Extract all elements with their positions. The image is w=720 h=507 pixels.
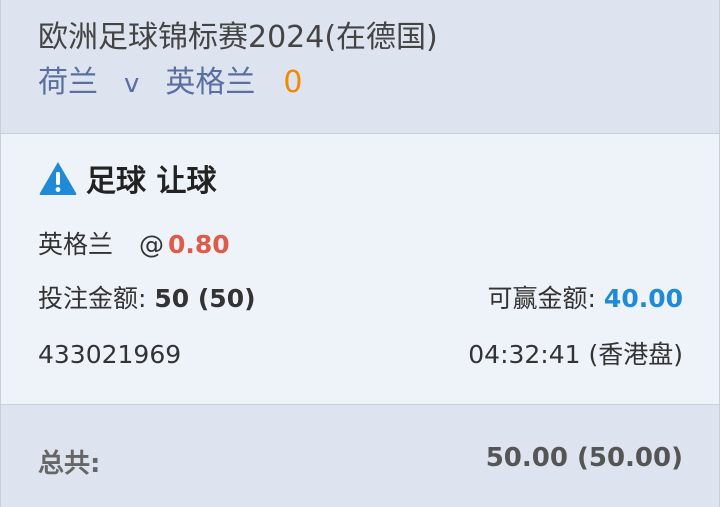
home-team: 荷兰: [38, 65, 98, 100]
bet-type: 足球 让球: [86, 164, 217, 199]
away-team: 英格兰: [165, 65, 256, 100]
amount-row: 投注金额: 50 (50) 可赢金额: 40.00: [38, 282, 683, 316]
event-title: 欧洲足球锦标赛2024(在德国): [38, 20, 438, 55]
ticket-id: 433021969: [38, 340, 182, 369]
total-bar: 总共: 50.00 (50.00): [1, 405, 719, 507]
total-label: 总共:: [38, 449, 101, 479]
bet-card[interactable]: 足球 让球 英格兰 @0.80 投注金额: 50 (50) 可赢金额: 40.00…: [1, 133, 719, 405]
stake-label: 投注金额:: [38, 284, 147, 313]
score: 0: [283, 65, 303, 100]
stake: 投注金额: 50 (50): [38, 282, 256, 316]
match-row: 荷兰 v 英格兰 0: [38, 62, 719, 105]
odds-value: 0.80: [168, 230, 230, 259]
win-label: 可赢金额:: [487, 284, 596, 313]
selection-row: 英格兰 @0.80: [38, 228, 683, 262]
bet-slip: 欧洲足球锦标赛2024(在德国) 荷兰 v 英格兰 0 足球 让球 英格兰 @0.80 …: [0, 0, 720, 507]
potential-win: 可赢金额: 40.00: [488, 282, 683, 316]
win-value: 40.00: [603, 284, 683, 313]
bet-time: 04:32:41 (香港盘): [468, 340, 683, 369]
match-header: 欧洲足球锦标赛2024(在德国) 荷兰 v 英格兰 0: [1, 0, 719, 133]
at-symbol: @: [139, 230, 165, 259]
bet-type-row: 足球 让球: [38, 158, 683, 199]
selection-team: 英格兰: [38, 230, 114, 259]
stake-value: 50 (50): [154, 284, 256, 313]
info-row: 433021969 04:32:41 (香港盘): [38, 338, 683, 372]
total-value: 50.00 (50.00): [485, 443, 683, 473]
warning-triangle-icon: [39, 162, 77, 195]
vs-label: v: [124, 69, 140, 99]
